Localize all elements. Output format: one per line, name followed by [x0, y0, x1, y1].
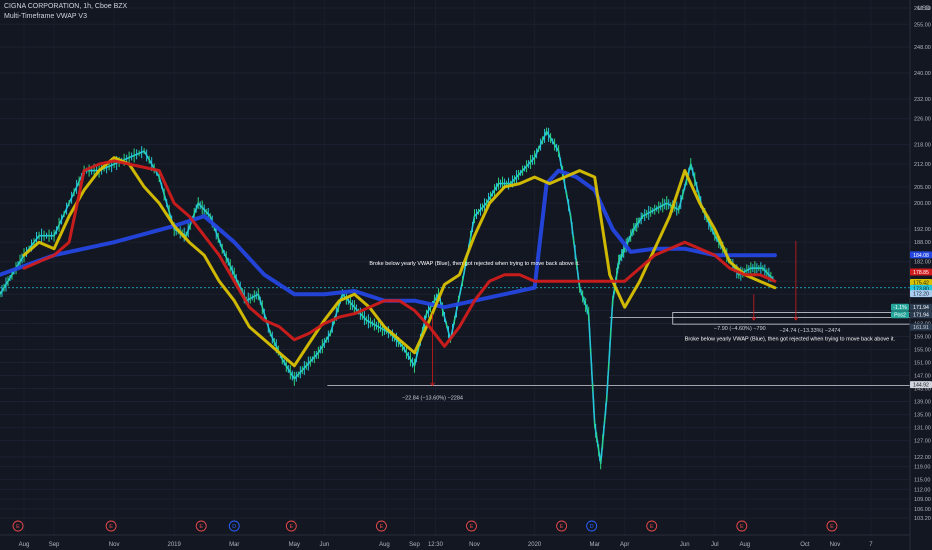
- x-tick-label: 2020: [528, 542, 542, 548]
- price-tag-label: 144.92: [913, 383, 929, 389]
- x-tick-label: Aug: [379, 542, 390, 548]
- y-tick-label: 147.00: [914, 374, 931, 380]
- x-tick-label: Apr: [620, 542, 629, 548]
- x-tick-label: May: [289, 542, 300, 548]
- y-tick-label: 135.00: [914, 413, 931, 419]
- y-tick-label: 240.00: [914, 71, 931, 77]
- y-tick-label: 131.00: [914, 426, 931, 432]
- x-tick-label: Oct: [800, 542, 810, 548]
- annotation-text[interactable]: Broke below yearly VWAP (Blue), then got…: [685, 336, 896, 342]
- x-tick-label: Sep: [409, 542, 420, 548]
- y-tick-label: 218.00: [914, 143, 931, 149]
- y-tick-label: 112.00: [914, 487, 930, 493]
- y-tick-label: 232.00: [914, 97, 931, 103]
- x-tick-label: 12:30: [428, 542, 444, 548]
- price-tag-label: 178.85: [913, 270, 929, 276]
- chart-title: CIGNA CORPORATION, 1h, Cboe BZX: [4, 3, 128, 10]
- x-tick-label: Jul: [711, 542, 719, 548]
- event-marker-label: D: [232, 524, 236, 530]
- y-tick-label: 192.00: [914, 227, 931, 233]
- measure-label: −22.84 (−13.60%) −2284: [402, 396, 463, 402]
- price-tag-label: 171.94: [913, 313, 929, 319]
- x-tick-label: Sep: [49, 542, 60, 548]
- y-tick-label: 205.00: [914, 185, 931, 191]
- x-tick-label: Nov: [830, 542, 841, 548]
- y-tick-label: 115.00: [914, 478, 930, 484]
- event-marker-label: E: [650, 524, 654, 530]
- x-tick-label: Mar: [229, 542, 239, 548]
- event-marker-label: E: [740, 524, 744, 530]
- x-tick-label: Jun: [680, 542, 690, 548]
- x-tick-label: Aug: [739, 542, 750, 548]
- y-tick-label: 159.00: [914, 335, 931, 341]
- measure-label: −7.90 (−4.60%) −790: [714, 326, 766, 332]
- event-marker-label: E: [16, 524, 20, 530]
- x-tick-label: Jun: [320, 542, 330, 548]
- y-tick-label: 103.20: [914, 516, 931, 522]
- x-tick-label: Nov: [469, 542, 480, 548]
- event-marker-label: E: [830, 524, 834, 530]
- measure-label: −24.74 (−13.33%) −2474: [779, 328, 840, 334]
- y-tick-label: 122.00: [914, 455, 931, 461]
- y-tick-label: 139.00: [914, 400, 931, 406]
- y-tick-label: 200.00: [914, 201, 931, 207]
- y-tick-label: 260.00: [914, 6, 931, 12]
- event-marker-label: E: [109, 524, 113, 530]
- y-tick-label: 127.00: [914, 439, 931, 445]
- event-marker-label: E: [199, 524, 203, 530]
- price-tag-label: 172.20: [913, 292, 929, 298]
- y-tick-label: 155.00: [914, 348, 931, 354]
- price-tag-label: Pos2: [894, 313, 906, 319]
- annotation-text[interactable]: Broke below yearly VWAP (Blue), then got…: [369, 261, 580, 267]
- event-marker-label: E: [289, 524, 293, 530]
- y-tick-label: 151.00: [914, 361, 931, 367]
- event-marker-label: D: [590, 524, 594, 530]
- price-tag-label: 171.94: [913, 305, 929, 311]
- y-tick-label: 248.00: [914, 45, 931, 51]
- x-tick-label: 2019: [168, 542, 182, 548]
- y-tick-label: 255.00: [914, 22, 931, 28]
- indicator-name: Multi-Timeframe VWAP V3: [4, 13, 87, 20]
- x-tick-label: Aug: [19, 542, 30, 548]
- y-tick-label: 226.00: [914, 117, 931, 123]
- event-marker-label: E: [380, 524, 384, 530]
- event-marker-label: E: [470, 524, 474, 530]
- y-tick-label: 188.00: [914, 240, 931, 246]
- y-tick-label: 106.00: [914, 507, 931, 513]
- price-tag-label: -1.1%: [893, 305, 907, 311]
- event-marker-label: E: [560, 524, 564, 530]
- price-tag-label: 161.91: [913, 325, 929, 331]
- y-tick-label: 109.00: [914, 497, 931, 503]
- price-chart[interactable]: −22.84 (−13.60%) −2284 −7.90 (−4.60%) −79…: [0, 0, 932, 550]
- price-tag-label: 184.08: [913, 253, 929, 259]
- x-tick-label: Mar: [589, 542, 599, 548]
- x-tick-label: Nov: [109, 542, 120, 548]
- y-tick-label: 182.00: [914, 260, 931, 266]
- y-tick-label: 119.00: [914, 465, 930, 471]
- chart-background: [0, 0, 932, 550]
- y-tick-label: 212.00: [914, 162, 931, 168]
